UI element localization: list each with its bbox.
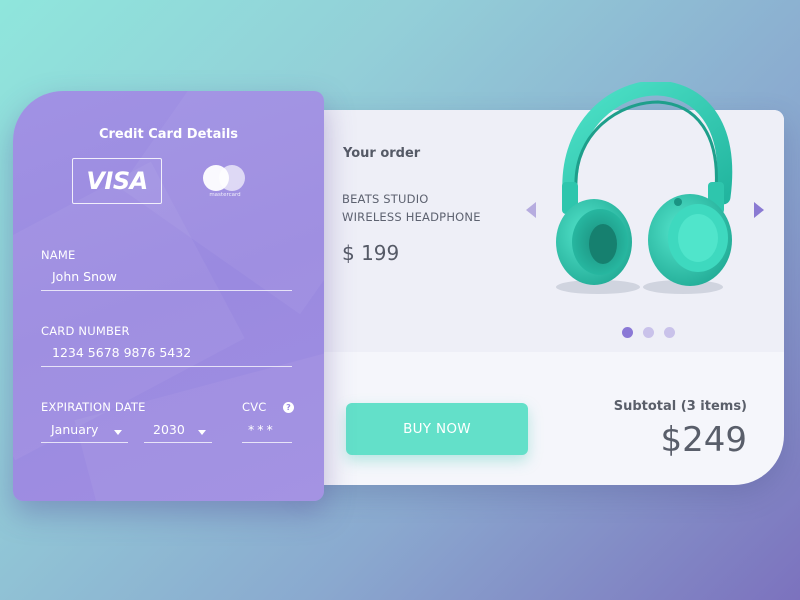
name-field[interactable]: John Snow <box>41 265 292 291</box>
visa-option[interactable]: VISA <box>72 158 162 204</box>
card-details-title: Credit Card Details <box>98 127 239 142</box>
expiration-year-select[interactable]: 2030 <box>144 419 212 443</box>
expiration-month-value: January <box>51 422 99 437</box>
product-name-line2: WIRELESS HEADPHONE <box>342 210 481 224</box>
product-price: $ 199 <box>342 241 400 265</box>
cvc-label: CVC <box>242 400 267 414</box>
subtotal-value: $249 <box>660 420 747 460</box>
carousel-dot-3[interactable] <box>664 327 675 338</box>
card-number-field[interactable]: 1234 5678 9876 5432 <box>41 341 292 367</box>
product-name-line1: BEATS STUDIO <box>342 192 429 206</box>
headphones-product-image <box>556 82 733 294</box>
carousel-dot-1[interactable] <box>622 327 633 338</box>
credit-card-panel: Credit Card Details VISA mastercard NAME… <box>13 91 324 501</box>
mastercard-option[interactable]: mastercard <box>201 163 249 203</box>
expiration-month-select[interactable]: January <box>41 419 128 443</box>
carousel-dots <box>622 327 675 338</box>
chevron-down-icon <box>114 430 122 435</box>
arrow-left-icon[interactable] <box>526 202 536 218</box>
expiration-year-value: 2030 <box>153 422 185 437</box>
cvc-field[interactable]: *** <box>242 419 292 443</box>
mastercard-logo <box>203 165 247 191</box>
expiration-label: EXPIRATION DATE <box>41 400 146 414</box>
help-icon[interactable]: ? <box>283 402 294 413</box>
visa-logo: VISA <box>86 167 148 195</box>
mastercard-wordmark: mastercard <box>209 192 241 198</box>
name-label: NAME <box>41 248 76 262</box>
product-name: BEATS STUDIO WIRELESS HEADPHONE <box>342 190 522 226</box>
arrow-right-icon[interactable] <box>754 202 764 218</box>
chevron-down-icon <box>198 430 206 435</box>
buy-now-button[interactable]: BUY NOW <box>346 403 528 455</box>
subtotal-label: Subtotal (3 items) <box>613 399 747 414</box>
carousel-dot-2[interactable] <box>643 327 654 338</box>
order-title: Your order <box>343 146 421 161</box>
card-number-label: CARD NUMBER <box>41 324 130 338</box>
